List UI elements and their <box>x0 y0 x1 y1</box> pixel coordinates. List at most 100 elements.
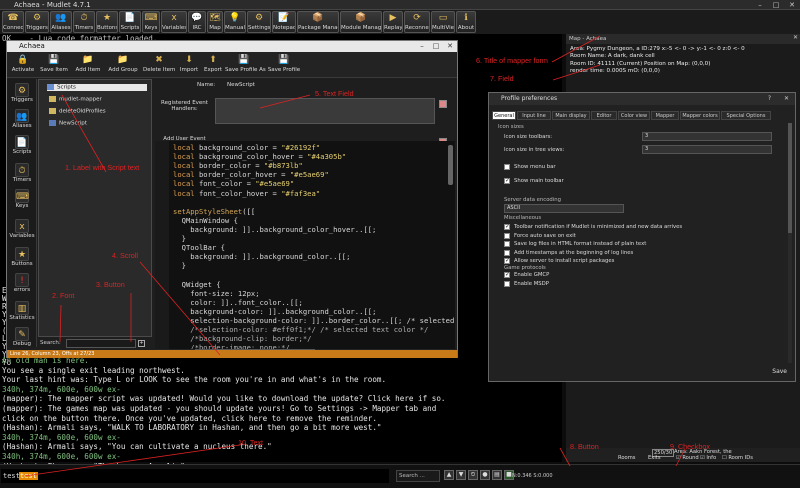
close-button[interactable]: ✕ <box>784 0 800 10</box>
toolbar-variables-button[interactable]: x Variables <box>161 11 187 33</box>
map-round-checkbox[interactable]: ☑ Round <box>676 455 699 461</box>
code-token: background_color_hover = <box>198 152 308 162</box>
script-editor-sidebar: ⚙ Triggers 👥 Aliases 📄 Scripts ⏱ Timers ⌨ Keys x Va… <box>7 79 37 347</box>
toolbar-notepad-button[interactable]: 📝 Notepad <box>272 11 296 33</box>
prefs-tab-general[interactable]: General <box>492 111 516 120</box>
map-room-ids-checkbox[interactable]: ☐ Room IDs <box>722 455 753 461</box>
editor-close-icon[interactable]: ✕ <box>443 41 457 52</box>
tree-item[interactable]: deleteOldProfiles <box>49 108 106 115</box>
mapper-close-icon[interactable]: ✕ <box>793 34 798 41</box>
toolbar-buttons-button[interactable]: ★ Buttons <box>96 11 118 33</box>
sidebar-keys-button[interactable]: ⌨ Keys <box>9 189 35 209</box>
annotation-10: 10. Text <box>238 438 264 447</box>
prefs-tab-special-options[interactable]: Special Options <box>721 111 771 120</box>
tree-search-input[interactable] <box>66 339 136 348</box>
sidebar-errors-button[interactable]: ! errors <box>9 273 35 293</box>
command-typed-text[interactable]: test <box>19 472 38 480</box>
prefs-tab-mapper[interactable]: Mapper <box>651 111 679 120</box>
toolbar-map-button[interactable]: 🗺 Map <box>207 11 223 33</box>
toolbar-aliases-button[interactable]: 👥 Aliases <box>50 11 72 33</box>
editor-import-button[interactable]: ⬇ Import <box>179 54 199 76</box>
editor-save-profile-button[interactable]: 💾 Save Profile <box>267 54 301 76</box>
toolbar-timers-button[interactable]: ⏱ Timers <box>73 11 95 33</box>
code-vertical-scrollbar[interactable] <box>448 145 453 185</box>
toolbar-manual-button[interactable]: 💡 Manual <box>224 11 246 33</box>
editor-add-group-button[interactable]: 📁 Add Group <box>107 54 139 76</box>
sidebar-aliases-button[interactable]: 👥 Aliases <box>9 109 35 129</box>
prefs-tab-input-line[interactable]: Input line <box>517 111 551 120</box>
remove-handler-button[interactable] <box>439 100 447 108</box>
annotation-9: 9. Checkbox <box>670 442 710 451</box>
logging-toggle-icon[interactable]: ▤ <box>492 470 502 480</box>
enable-gmcp-checkbox[interactable] <box>504 271 510 278</box>
toolbar-triggers-button[interactable]: ⚙ Triggers <box>25 11 49 33</box>
search-prev-icon[interactable]: ▲ <box>444 470 454 480</box>
prefs-scroll-thumb[interactable] <box>788 123 792 233</box>
misc-option-checkbox[interactable] <box>504 241 510 247</box>
prefs-help-icon[interactable]: ? <box>768 93 771 105</box>
sidebar-buttons-button[interactable]: ★ Buttons <box>9 247 35 267</box>
sidebar-debug-button[interactable]: ✎ Debug <box>9 327 35 347</box>
toolbar-module-manager-button[interactable]: 📦 Module Manager <box>340 11 382 33</box>
editor-save-profile-as-button[interactable]: 💾 Save Profile As <box>225 54 266 76</box>
toolbar-reconnect-button[interactable]: ⟳ Reconnect <box>404 11 430 33</box>
tree-item[interactable]: NewScript <box>49 120 87 127</box>
toolbar-package-manager-button[interactable]: 📦 Package Manager <box>297 11 339 33</box>
sidebar-label: Triggers <box>11 97 33 103</box>
sidebar-variables-button[interactable]: x Variables <box>9 219 35 239</box>
toolbar-connect-button[interactable]: ☎ Connect <box>2 11 24 33</box>
sidebar-timers-button[interactable]: ⏱ Timers <box>9 163 35 183</box>
toolbar-about-button[interactable]: ℹ About <box>456 11 476 33</box>
toolbar-multiview-button[interactable]: ▭ MultiView <box>431 11 455 33</box>
enable-msdp-checkbox[interactable] <box>504 281 510 287</box>
misc-option-checkbox[interactable] <box>504 232 510 239</box>
console-search-input[interactable]: Search ... <box>396 470 440 482</box>
minimize-button[interactable]: – <box>752 0 768 10</box>
editor-add-item-button[interactable]: 📁 Add Item <box>73 54 103 76</box>
show-menu-bar-checkbox[interactable] <box>504 164 510 170</box>
script-name-field[interactable]: NewScript <box>227 82 255 88</box>
tree-item[interactable]: Scripts <box>47 84 147 91</box>
enable-gmcp-label: Enable GMCP <box>514 272 550 278</box>
map-info-checkbox[interactable]: ☑ Info <box>700 455 716 461</box>
encoding-select[interactable]: ASCII <box>504 204 624 213</box>
toolbar-keys-button[interactable]: ⌨ Keys <box>142 11 160 33</box>
sidebar-triggers-button[interactable]: ⚙ Triggers <box>9 83 35 103</box>
prefs-tab-main-display[interactable]: Main display <box>552 111 590 120</box>
editor-maximize-icon[interactable]: □ <box>429 41 443 52</box>
tree-icon-size-spinner[interactable]: 3 <box>642 145 772 154</box>
editor-activate-button[interactable]: 🔒 Activate <box>11 54 35 76</box>
command-line[interactable]: test test <box>1 469 389 483</box>
show-main-toolbar-checkbox[interactable] <box>504 177 510 184</box>
prefs-tab-color-view[interactable]: Color view <box>618 111 650 120</box>
toolbar-settings-button[interactable]: ⚙ Settings <box>247 11 271 33</box>
toolbar-irc-button[interactable]: 💬 IRC <box>188 11 206 33</box>
sidebar-statistics-button[interactable]: ▥ Statistics <box>9 301 35 321</box>
aliases-icon: 👥 <box>55 13 67 23</box>
misc-option-checkbox[interactable] <box>504 257 510 264</box>
registered-handlers-field[interactable] <box>215 98 435 124</box>
toolbar-scripts-button[interactable]: 📄 Scripts <box>119 11 141 33</box>
tree-item[interactable]: mudlet-mapper <box>49 96 102 103</box>
sidebar-scripts-button[interactable]: 📄 Scripts <box>9 135 35 155</box>
tree-search-add-icon[interactable]: + <box>138 340 145 347</box>
record-replay-icon[interactable]: ● <box>480 470 490 480</box>
misc-option-checkbox[interactable] <box>504 223 510 230</box>
prefs-tab-editor[interactable]: Editor <box>591 111 617 120</box>
editor-minimize-icon[interactable]: – <box>415 41 429 52</box>
code-editor[interactable]: local background_color = "#26192f" local … <box>155 141 455 349</box>
prefs-tab-mapper-colors[interactable]: Mapper colors <box>680 111 720 120</box>
editor-delete-item-button[interactable]: ✖ Delete Item <box>143 54 175 76</box>
timestamp-toggle-icon[interactable]: ⏲ <box>468 470 478 480</box>
maximize-button[interactable]: □ <box>768 0 784 10</box>
search-next-icon[interactable]: ▼ <box>456 470 466 480</box>
toolbar-icon-size-spinner[interactable]: 3 <box>642 132 772 141</box>
prefs-scrollbar[interactable] <box>788 123 792 363</box>
editor-export-button[interactable]: ⬆ Export <box>203 54 223 76</box>
toolbar-replay-button[interactable]: ▶ Replay <box>383 11 403 33</box>
editor-save-item-button[interactable]: 💾 Save Item <box>39 54 69 76</box>
prefs-save-button[interactable]: Save <box>772 368 787 375</box>
prefs-close-icon[interactable]: ✕ <box>784 93 789 105</box>
annotation-8: 8. Button <box>570 442 599 451</box>
misc-option-checkbox[interactable] <box>504 249 510 256</box>
